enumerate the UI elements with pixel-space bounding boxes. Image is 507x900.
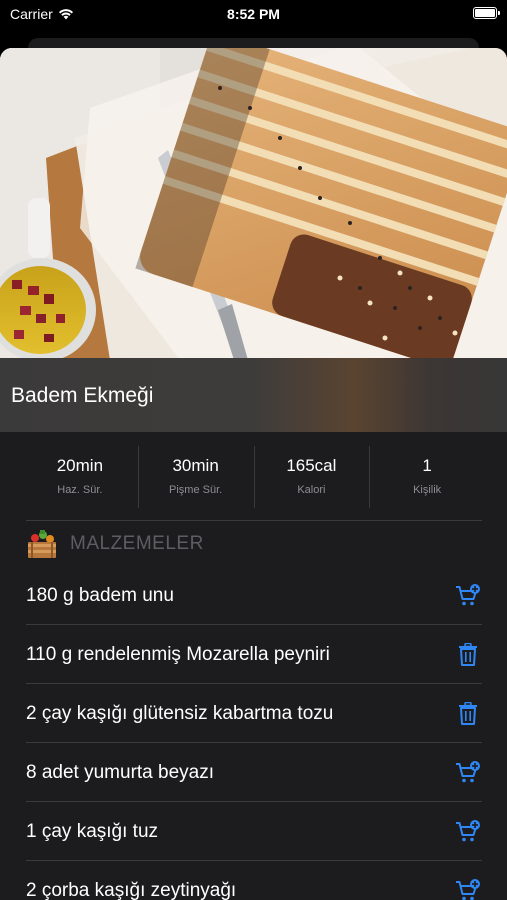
stat-servings: 1 Kişilik — [369, 444, 485, 510]
vegetable-crate-icon — [28, 530, 56, 558]
ingredient-text: 180 g badem unu — [26, 584, 174, 606]
stat-value: 165cal — [286, 456, 337, 475]
stat-value: 30min — [172, 456, 219, 475]
cart-add-icon[interactable] — [454, 818, 482, 846]
ingredient-text: 1 çay kaşığı tuz — [26, 820, 159, 842]
stats-divider — [26, 520, 482, 521]
trash-icon[interactable] — [454, 700, 482, 728]
trash-icon[interactable] — [454, 641, 482, 669]
ingredient-text: 2 çorba kaşığı zeytinyağı — [26, 879, 237, 900]
stat-value: 20min — [56, 456, 104, 475]
recipe-title: Badem Ekmeği — [11, 384, 154, 407]
stat-label: Kişilik — [413, 484, 442, 496]
cart-add-icon[interactable] — [454, 759, 482, 787]
ingredient-row: 8 adet yumurta beyazı — [26, 743, 482, 802]
ingredients-title: MALZEMELER — [70, 533, 204, 554]
recipe-sheet: Badem Ekmeği 20min Haz. Sür. 30min Pişme… — [0, 48, 507, 900]
recipe-hero: Badem Ekmeği — [0, 48, 507, 432]
ingredient-row: 1 çay kaşığı tuz — [26, 802, 482, 861]
ingredient-text: 8 adet yumurta beyazı — [26, 761, 214, 783]
status-time: 8:52 PM — [227, 6, 280, 22]
stat-cook-time: 30min Pişme Sür. — [137, 444, 254, 510]
ingredient-row: 180 g badem unu — [26, 566, 482, 625]
stat-calories: 165cal Kalori — [253, 444, 370, 510]
cart-add-icon[interactable] — [454, 582, 482, 610]
stat-prep-time: 20min Haz. Sür. — [22, 444, 138, 510]
recipe-photo — [0, 48, 507, 360]
battery-icon — [473, 7, 500, 19]
cart-add-icon[interactable] — [454, 877, 482, 900]
ingredient-row: 110 g rendelenmiş Mozarella peyniri — [26, 625, 482, 684]
stat-label: Pişme Sür. — [169, 484, 223, 496]
recipe-stats: 20min Haz. Sür. 30min Pişme Sür. 165cal … — [22, 444, 485, 510]
ingredients-header: MALZEMELER — [26, 528, 204, 560]
stat-label: Kalori — [297, 484, 326, 496]
stat-label: Haz. Sür. — [57, 484, 103, 496]
ingredient-text: 110 g rendelenmiş Mozarella peyniri — [26, 643, 330, 665]
ingredient-row: 2 çay kaşığı glütensiz kabartma tozu — [26, 684, 482, 743]
ingredient-text: 2 çay kaşığı glütensiz kabartma tozu — [26, 702, 334, 724]
status-bar: Carrier 8:52 PM — [0, 0, 507, 30]
ingredient-row: 2 çorba kaşığı zeytinyağı — [26, 861, 482, 900]
stat-value: 1 — [422, 456, 432, 475]
